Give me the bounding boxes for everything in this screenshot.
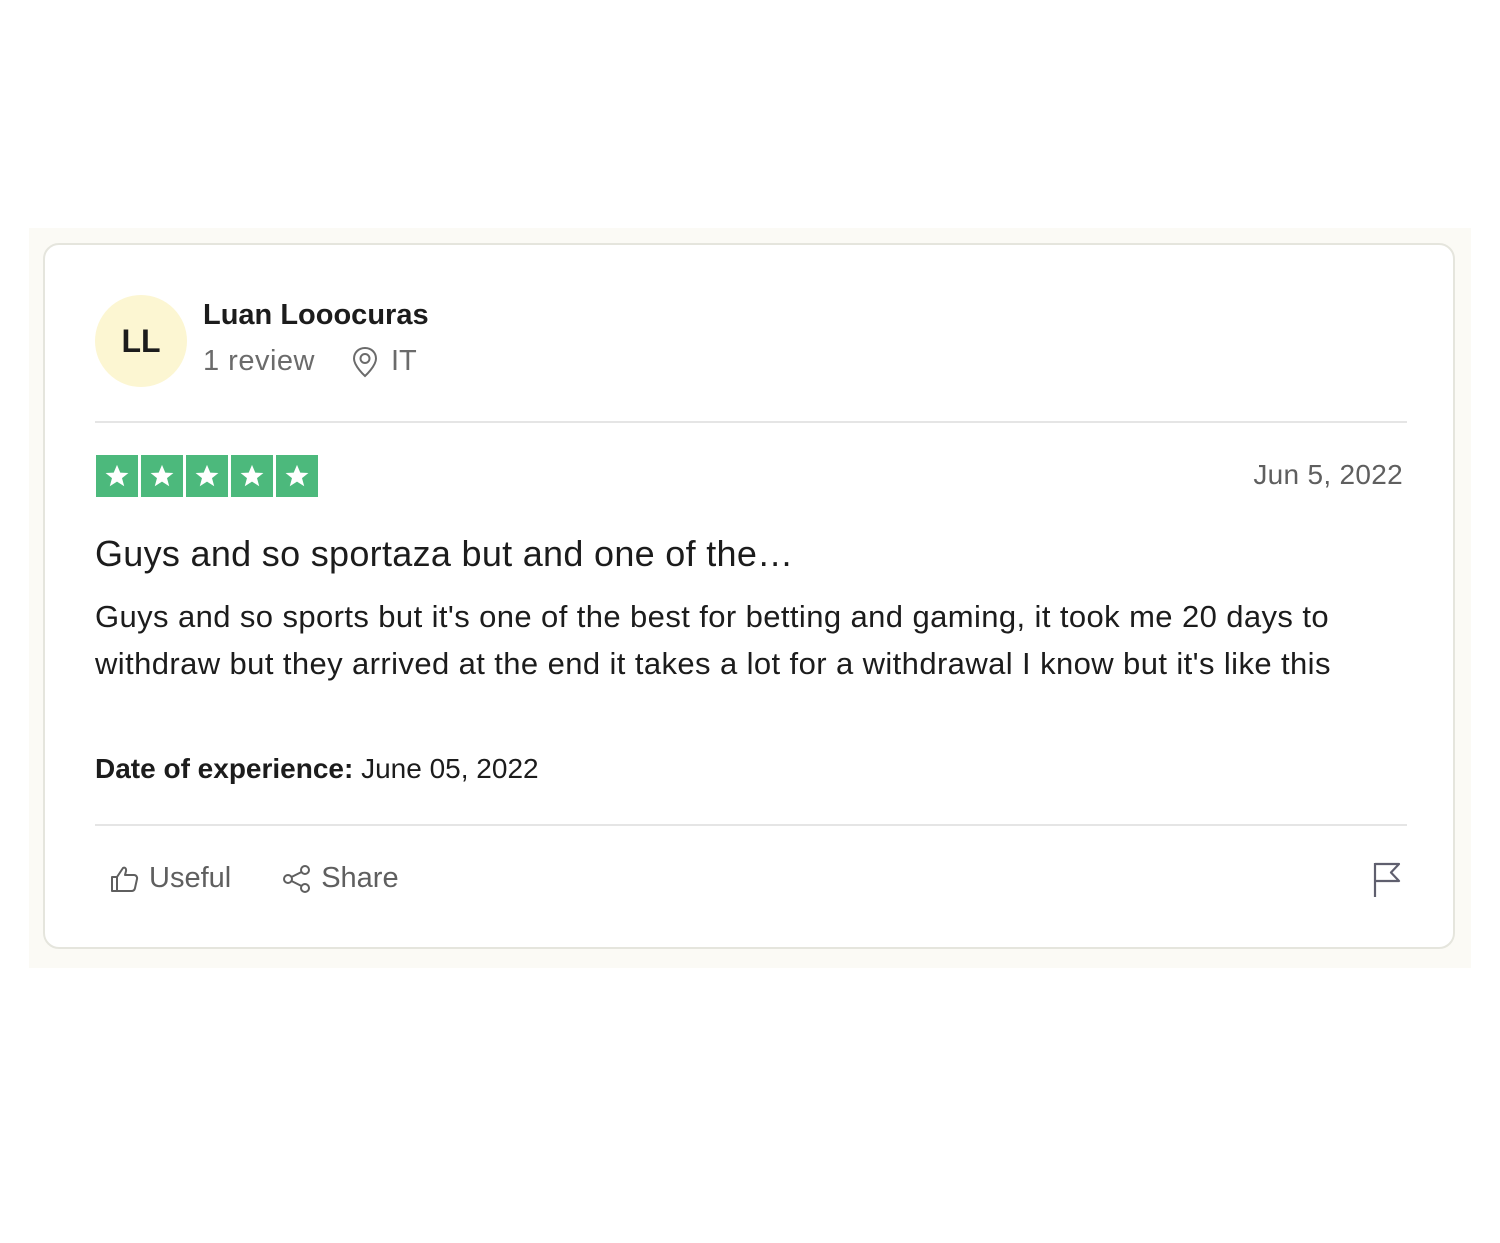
experience-date: June 05, 2022 <box>361 753 539 784</box>
footer-divider <box>95 824 1407 826</box>
share-button[interactable]: Share <box>281 862 399 895</box>
review-date: Jun 5, 2022 <box>1253 459 1403 490</box>
review-count: 1 review <box>203 345 315 377</box>
thumbs-up-icon <box>111 866 139 892</box>
review-body: Guys and so sports but it's one of the b… <box>95 599 1331 681</box>
reviewer-name[interactable]: Luan Looocuras <box>203 299 429 332</box>
review-card: LL Luan Looocuras 1 review IT Jun 5, 202… <box>43 243 1455 949</box>
useful-button[interactable]: Useful <box>109 862 231 895</box>
useful-label: Useful <box>149 862 232 894</box>
star-icon <box>231 455 273 497</box>
reviewer-meta: 1 review IT <box>203 345 417 378</box>
reviewer-country: IT <box>391 345 417 377</box>
star-icon <box>96 455 138 497</box>
avatar[interactable]: LL <box>95 295 187 387</box>
flag-button[interactable] <box>1371 861 1403 899</box>
star-icon <box>186 455 228 497</box>
flag-icon <box>1373 862 1401 897</box>
header-divider <box>95 421 1407 423</box>
star-icon <box>276 455 318 497</box>
review-title[interactable]: Guys and so sportaza but and one of the… <box>95 533 793 575</box>
avatar-initials: LL <box>121 322 161 359</box>
location-pin-icon <box>351 346 379 378</box>
share-icon <box>283 864 311 893</box>
share-label: Share <box>321 862 399 894</box>
experience-label: Date of experience: <box>95 753 354 784</box>
date-of-experience: Date of experience: June 05, 2022 <box>95 753 539 785</box>
star-icon <box>141 455 183 497</box>
star-rating <box>96 455 321 497</box>
review-actions: Useful Share <box>109 862 449 895</box>
